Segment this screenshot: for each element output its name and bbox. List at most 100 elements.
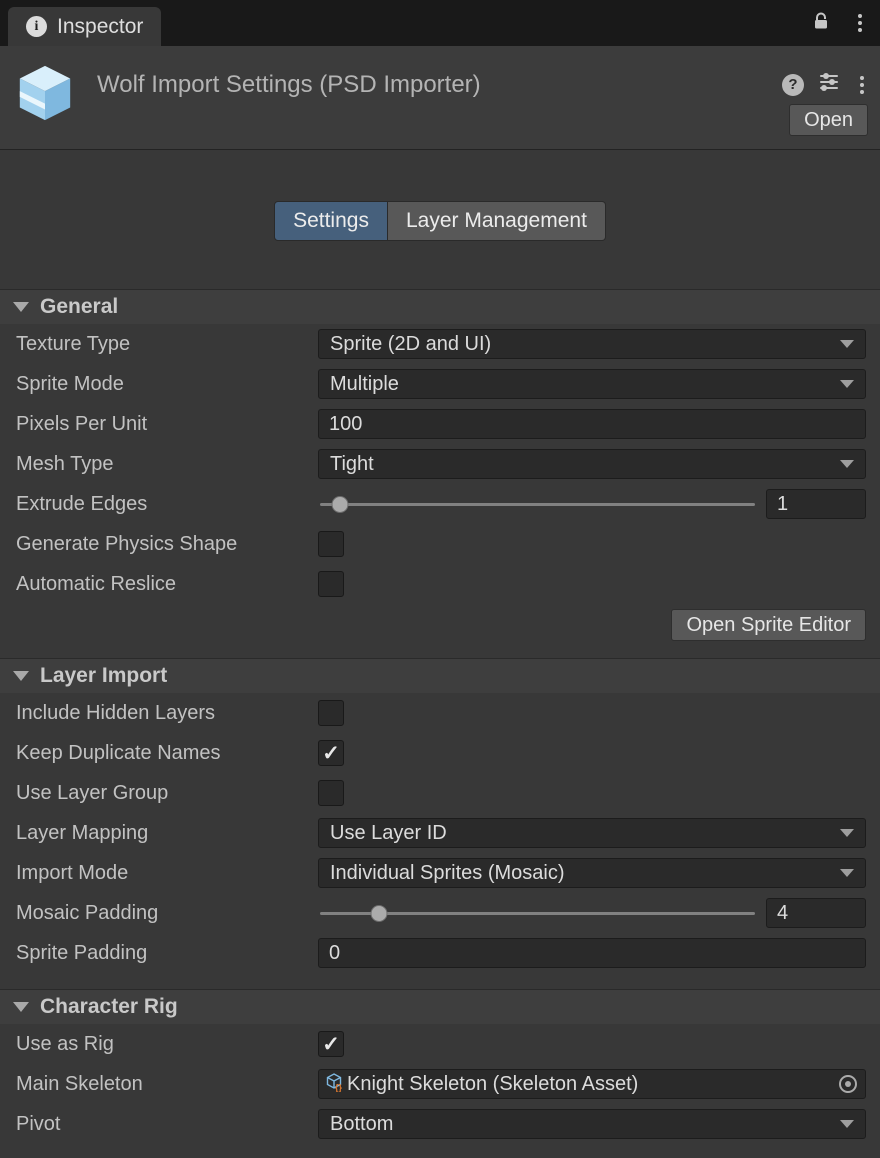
mosaic-padding-input[interactable]	[766, 898, 866, 928]
svg-text:{}: {}	[335, 1082, 343, 1092]
sprite-padding-label: Sprite Padding	[16, 942, 318, 965]
texture-type-label: Texture Type	[16, 333, 318, 356]
row-mosaic-padding: Mosaic Padding	[0, 893, 880, 933]
row-use-as-rig: Use as Rig	[0, 1024, 880, 1064]
mosaic-padding-slider[interactable]	[318, 898, 757, 928]
open-button[interactable]: Open	[789, 104, 868, 136]
main-skeleton-object-field[interactable]: {} Knight Skeleton (Skeleton Asset)	[318, 1069, 866, 1099]
inspector-window: i Inspector Wolf Import Settings (PSD Im…	[0, 0, 880, 1158]
generate-physics-shape-label: Generate Physics Shape	[16, 533, 318, 556]
help-icon[interactable]: ?	[782, 74, 804, 96]
section-header-layer-import[interactable]: Layer Import	[0, 658, 880, 693]
include-hidden-layers-checkbox[interactable]	[318, 700, 344, 726]
row-automatic-reslice: Automatic Reslice	[0, 564, 880, 604]
automatic-reslice-label: Automatic Reslice	[16, 573, 318, 596]
skeleton-asset-icon: {}	[324, 1072, 344, 1097]
main-skeleton-label: Main Skeleton	[16, 1073, 318, 1096]
sprite-mode-value: Multiple	[330, 373, 832, 396]
chevron-down-icon	[840, 869, 854, 877]
pixels-per-unit-input[interactable]	[318, 409, 866, 439]
row-use-layer-group: Use Layer Group	[0, 773, 880, 813]
use-as-rig-label: Use as Rig	[16, 1033, 318, 1056]
chevron-down-icon	[840, 380, 854, 388]
inspector-content: Settings Layer Management General Textur…	[0, 150, 880, 1158]
use-layer-group-label: Use Layer Group	[16, 782, 318, 805]
row-keep-duplicate-names: Keep Duplicate Names	[0, 733, 880, 773]
pivot-dropdown[interactable]: Bottom	[318, 1109, 866, 1139]
foldout-down-icon[interactable]	[13, 671, 29, 681]
presets-icon[interactable]	[818, 71, 840, 98]
chevron-down-icon	[840, 829, 854, 837]
section-title: Layer Import	[40, 664, 167, 688]
generate-physics-shape-checkbox[interactable]	[318, 531, 344, 557]
layer-mapping-dropdown[interactable]: Use Layer ID	[318, 818, 866, 848]
tab-layer-management[interactable]: Layer Management	[388, 201, 606, 241]
section-title: Character Rig	[40, 995, 178, 1019]
sprite-padding-input[interactable]	[318, 938, 866, 968]
keep-duplicate-names-label: Keep Duplicate Names	[16, 742, 318, 765]
lock-icon[interactable]	[810, 10, 832, 37]
asset-title: Wolf Import Settings (PSD Importer)	[97, 71, 481, 99]
section-title: General	[40, 295, 118, 319]
pivot-label: Pivot	[16, 1113, 318, 1136]
row-mesh-type: Mesh Type Tight	[0, 444, 880, 484]
row-sprite-padding: Sprite Padding	[0, 933, 880, 973]
layer-mapping-label: Layer Mapping	[16, 822, 318, 845]
extrude-edges-input[interactable]	[766, 489, 866, 519]
object-picker-icon[interactable]	[839, 1075, 857, 1093]
use-as-rig-checkbox[interactable]	[318, 1031, 344, 1057]
sprite-editor-button-row: Open Sprite Editor	[0, 604, 880, 648]
texture-type-value: Sprite (2D and UI)	[330, 333, 832, 356]
mosaic-padding-label: Mosaic Padding	[16, 902, 318, 925]
chevron-down-icon	[840, 460, 854, 468]
section-header-general[interactable]: General	[0, 289, 880, 324]
tab-menu-kebab-icon[interactable]	[852, 10, 868, 36]
header-menu-kebab-icon[interactable]	[854, 72, 870, 98]
tab-settings[interactable]: Settings	[274, 201, 388, 241]
import-mode-value: Individual Sprites (Mosaic)	[330, 862, 832, 885]
mesh-type-value: Tight	[330, 453, 832, 476]
foldout-down-icon[interactable]	[13, 1002, 29, 1012]
use-layer-group-checkbox[interactable]	[318, 780, 344, 806]
extrude-edges-slider[interactable]	[318, 489, 757, 519]
mesh-type-dropdown[interactable]: Tight	[318, 449, 866, 479]
slider-thumb[interactable]	[331, 496, 348, 513]
row-texture-type: Texture Type Sprite (2D and UI)	[0, 324, 880, 364]
tab-inspector[interactable]: i Inspector	[8, 7, 161, 46]
pixels-per-unit-label: Pixels Per Unit	[16, 413, 318, 436]
tab-inspector-label: Inspector	[57, 15, 143, 39]
sprite-mode-dropdown[interactable]: Multiple	[318, 369, 866, 399]
import-mode-label: Import Mode	[16, 862, 318, 885]
row-extrude-edges: Extrude Edges	[0, 484, 880, 524]
chevron-down-icon	[840, 340, 854, 348]
main-skeleton-value: Knight Skeleton (Skeleton Asset)	[347, 1073, 836, 1096]
slider-track	[320, 503, 755, 506]
open-sprite-editor-button[interactable]: Open Sprite Editor	[671, 609, 866, 641]
row-include-hidden-layers: Include Hidden Layers	[0, 693, 880, 733]
importer-mode-tabs: Settings Layer Management	[0, 201, 880, 241]
import-mode-dropdown[interactable]: Individual Sprites (Mosaic)	[318, 858, 866, 888]
row-import-mode: Import Mode Individual Sprites (Mosaic)	[0, 853, 880, 893]
psd-importer-icon	[14, 62, 76, 124]
row-layer-mapping: Layer Mapping Use Layer ID	[0, 813, 880, 853]
inspector-info-icon: i	[26, 16, 47, 37]
mesh-type-label: Mesh Type	[16, 453, 318, 476]
extrude-edges-label: Extrude Edges	[16, 493, 318, 516]
slider-thumb[interactable]	[371, 905, 388, 922]
chevron-down-icon	[840, 1120, 854, 1128]
section-header-character-rig[interactable]: Character Rig	[0, 989, 880, 1024]
foldout-down-icon[interactable]	[13, 302, 29, 312]
row-main-skeleton: Main Skeleton {} Knight Skeleton (Skelet…	[0, 1064, 880, 1104]
keep-duplicate-names-checkbox[interactable]	[318, 740, 344, 766]
window-tab-bar: i Inspector	[0, 0, 880, 46]
asset-header: Wolf Import Settings (PSD Importer) ? Op…	[0, 46, 880, 150]
automatic-reslice-checkbox[interactable]	[318, 571, 344, 597]
layer-mapping-value: Use Layer ID	[330, 822, 832, 845]
row-pixels-per-unit: Pixels Per Unit	[0, 404, 880, 444]
include-hidden-layers-label: Include Hidden Layers	[16, 702, 318, 725]
row-pivot: Pivot Bottom	[0, 1104, 880, 1144]
texture-type-dropdown[interactable]: Sprite (2D and UI)	[318, 329, 866, 359]
sprite-mode-label: Sprite Mode	[16, 373, 318, 396]
row-sprite-mode: Sprite Mode Multiple	[0, 364, 880, 404]
pivot-value: Bottom	[330, 1113, 832, 1136]
